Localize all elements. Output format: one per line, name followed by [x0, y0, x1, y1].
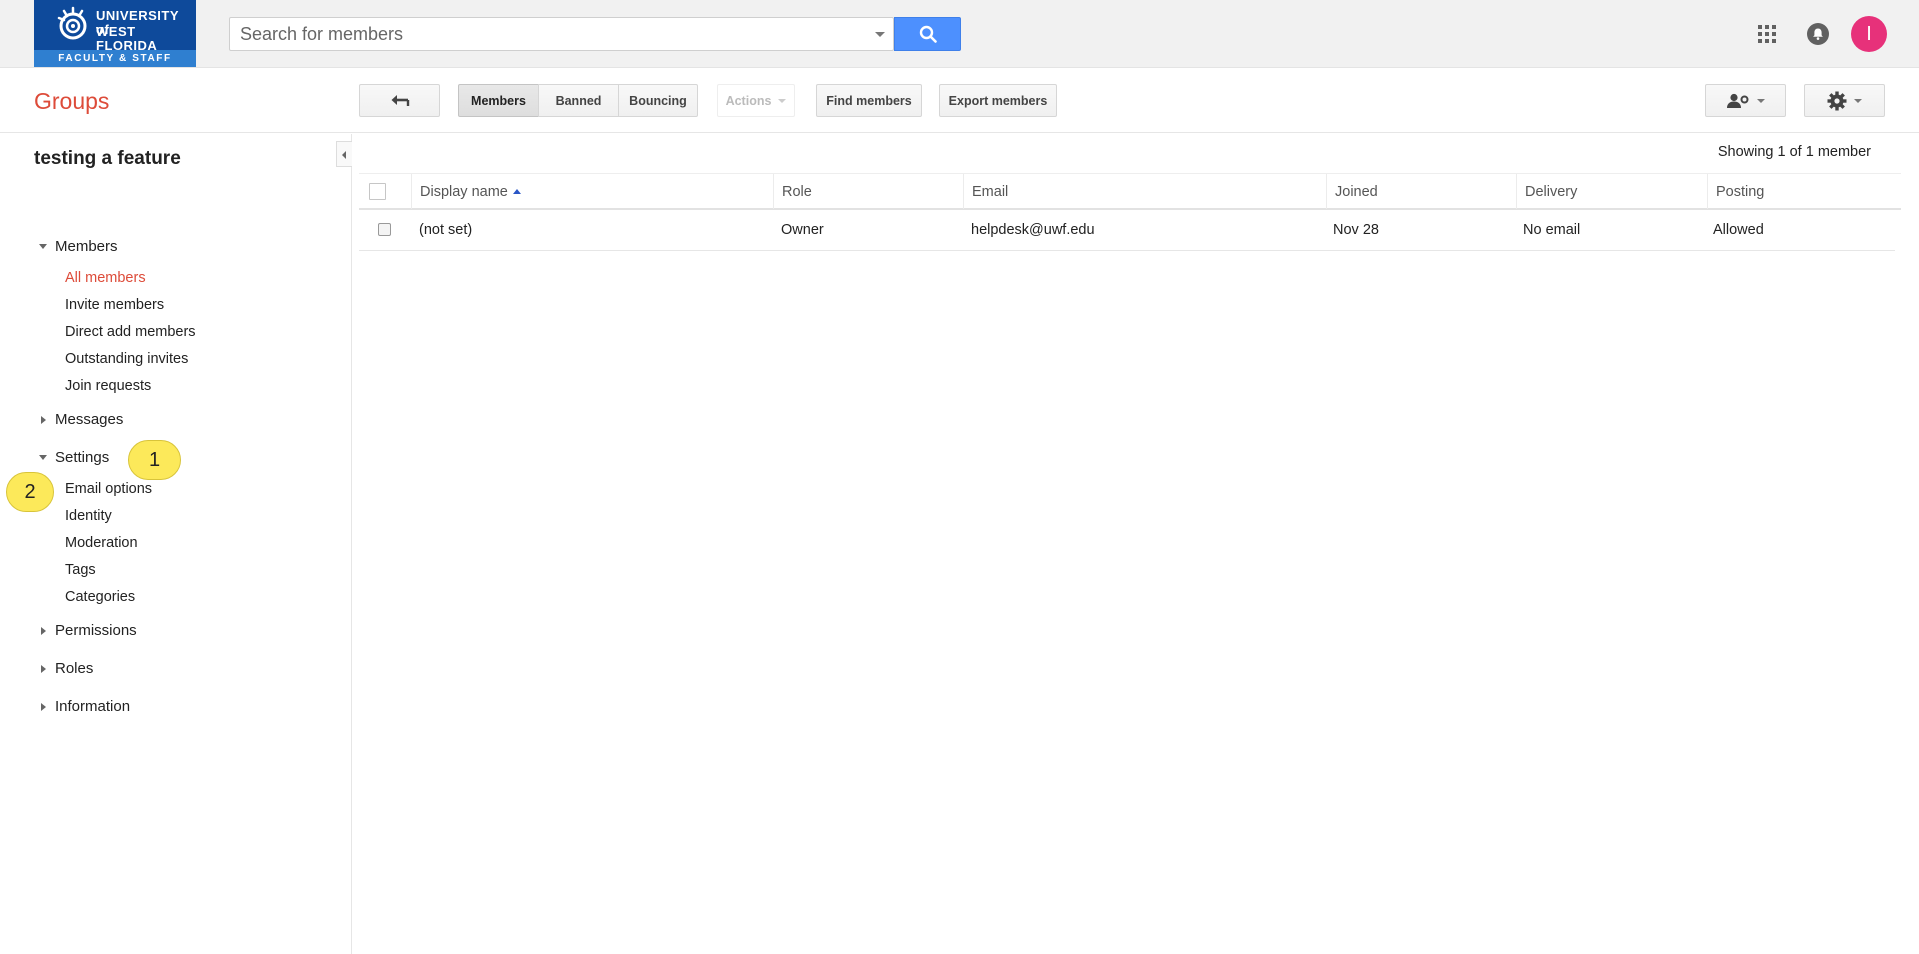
sidebar-section-label: Settings: [55, 449, 110, 466]
tab-members[interactable]: Members: [458, 84, 539, 117]
table-row[interactable]: (not set) Owner helpdesk@uwf.edu Nov 28 …: [359, 211, 1895, 251]
chevron-down-icon: [1757, 98, 1765, 103]
sidebar-section-information[interactable]: Information: [39, 698, 130, 715]
column-label: Display name: [420, 183, 508, 200]
expand-down-icon: [39, 455, 47, 460]
sidebar-section-label: Members: [55, 238, 118, 255]
app-title[interactable]: Groups: [34, 88, 109, 115]
callout-2: 2: [6, 472, 54, 512]
sidebar-item-identity[interactable]: Identity: [65, 508, 112, 524]
uwf-logo[interactable]: UNIVERSITY of WEST FLORIDA FACULTY & STA…: [34, 0, 196, 67]
sidebar-item-moderation[interactable]: Moderation: [65, 535, 138, 551]
sidebar-section-messages[interactable]: Messages: [39, 411, 123, 428]
sidebar-item-direct-add-members[interactable]: Direct add members: [65, 324, 196, 340]
select-all-checkbox[interactable]: [369, 183, 386, 200]
sidebar-section-label: Roles: [55, 660, 94, 677]
sidebar-section-members[interactable]: Members: [39, 238, 118, 255]
sidebar-section-label: Permissions: [55, 622, 137, 639]
chevron-down-icon: [778, 98, 787, 103]
sidebar-section-permissions[interactable]: Permissions: [39, 622, 137, 639]
cell-display-name[interactable]: (not set): [419, 222, 472, 238]
avatar[interactable]: I: [1851, 16, 1887, 52]
gear-icon: [1827, 91, 1847, 110]
tab-bouncing[interactable]: Bouncing: [618, 84, 698, 117]
find-members-button[interactable]: Find members: [816, 84, 922, 117]
search-box: [229, 17, 894, 51]
search-button[interactable]: [894, 17, 961, 51]
group-name: testing a feature: [34, 148, 181, 169]
cell-posting: Allowed: [1713, 222, 1764, 238]
column-role[interactable]: Role: [773, 174, 963, 209]
callout-1: 1: [128, 440, 181, 480]
cell-joined: Nov 28: [1333, 222, 1379, 238]
sidebar-item-categories[interactable]: Categories: [65, 589, 135, 605]
expand-down-icon: [39, 244, 47, 249]
chevron-down-icon: [1854, 98, 1862, 103]
cell-email[interactable]: helpdesk@uwf.edu: [971, 222, 1095, 238]
nautilus-logo-icon: [57, 6, 87, 40]
tab-banned[interactable]: Banned: [538, 84, 619, 117]
cell-role: Owner: [781, 222, 824, 238]
sidebar-item-email-options[interactable]: Email options: [65, 481, 152, 497]
sidebar-item-tags[interactable]: Tags: [65, 562, 96, 578]
row-checkbox[interactable]: [378, 223, 391, 236]
column-delivery[interactable]: Delivery: [1516, 174, 1707, 209]
column-posting[interactable]: Posting: [1707, 174, 1901, 209]
back-button[interactable]: [359, 84, 440, 117]
column-email[interactable]: Email: [963, 174, 1326, 209]
column-joined[interactable]: Joined: [1326, 174, 1516, 209]
sort-ascending-icon: [512, 189, 521, 194]
collapse-sidebar-button[interactable]: [336, 141, 352, 167]
settings-menu-button[interactable]: [1804, 84, 1885, 117]
actions-button[interactable]: Actions: [717, 84, 795, 117]
member-count: Showing 1 of 1 member: [1717, 144, 1871, 160]
person-gear-icon: [1727, 93, 1749, 108]
sidebar-section-roles[interactable]: Roles: [39, 660, 93, 677]
sidebar: testing a feature Members All members In…: [0, 134, 352, 954]
column-display-name[interactable]: Display name: [411, 174, 773, 209]
actions-label: Actions: [725, 93, 772, 108]
expand-right-icon: [41, 702, 46, 711]
logo-band: FACULTY & STAFF: [34, 50, 196, 67]
cell-delivery: No email: [1523, 222, 1581, 238]
sidebar-section-label: Information: [55, 698, 131, 715]
toolbar: Groups Members Banned Bouncing Actions F…: [0, 68, 1919, 133]
search-input[interactable]: [230, 18, 860, 50]
sidebar-section-label: Messages: [55, 411, 124, 428]
back-arrow-icon: [391, 94, 409, 106]
expand-right-icon: [41, 626, 46, 635]
sidebar-item-all-members[interactable]: All members: [65, 270, 146, 286]
sidebar-item-join-requests[interactable]: Join requests: [65, 378, 151, 394]
expand-right-icon: [41, 415, 46, 424]
expand-right-icon: [41, 664, 46, 673]
sidebar-item-invite-members[interactable]: Invite members: [65, 297, 164, 313]
search-options-chevron-icon[interactable]: [875, 32, 885, 37]
export-members-button[interactable]: Export members: [939, 84, 1057, 117]
add-member-menu-button[interactable]: [1705, 84, 1786, 117]
top-bar: UNIVERSITY of WEST FLORIDA FACULTY & STA…: [0, 0, 1919, 68]
sidebar-section-settings[interactable]: Settings: [39, 449, 109, 466]
apps-grid-icon[interactable]: [1755, 22, 1779, 46]
table-header: Display name Role Email Joined Delivery …: [359, 173, 1901, 210]
bell-icon[interactable]: [1806, 22, 1830, 46]
search-icon: [919, 25, 937, 43]
sidebar-item-outstanding-invites[interactable]: Outstanding invites: [65, 351, 188, 367]
